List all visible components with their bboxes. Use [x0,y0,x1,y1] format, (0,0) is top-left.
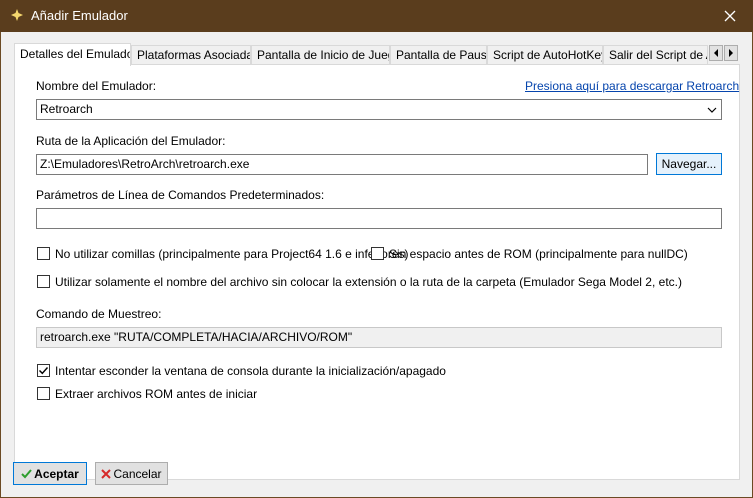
download-link[interactable]: Presiona aquí para descargar Retroarch [525,79,739,93]
no-quotes-checkbox[interactable] [37,247,50,260]
sample-command-label: Comando de Muestreo: [36,307,162,321]
filename-only-label: Utilizar solamente el nombre del archivo… [55,275,682,289]
emulator-name-value: Retroarch [40,102,93,116]
tab-plataformas-asociadas[interactable]: Plataformas Asociadas [131,45,251,65]
check-icon [21,469,32,479]
app-path-input[interactable]: Z:\Emuladores\RetroArch\retroarch.exe [36,154,648,175]
emulator-name-label: Nombre del Emulador: [36,79,157,93]
tab-detalles-emulador[interactable]: Detalles del Emulador [14,43,131,66]
close-icon [724,10,736,22]
tab-script-autohotkey[interactable]: Script de AutoHotKey [487,45,603,65]
extract-rom-checkbox[interactable] [37,387,50,400]
no-quotes-label: No utilizar comillas (principalmente par… [55,247,409,261]
app-path-label: Ruta de la Aplicación del Emulador: [36,134,226,148]
title-bar: Añadir Emulador [0,0,753,32]
arrow-right-icon [729,49,733,57]
extract-rom-label: Extraer archivos ROM antes de iniciar [55,387,258,401]
browse-button[interactable]: Navegar... [656,153,722,175]
checkmark-icon [39,367,49,375]
cmdline-input[interactable] [36,208,722,229]
sample-command-field: retroarch.exe "RUTA/COMPLETA/HACIA/ARCHI… [36,327,722,348]
cmdline-label: Parámetros de Línea de Comandos Predeter… [36,188,325,202]
chevron-down-icon [707,107,717,113]
tab-strip: Detalles del Emulador Plataformas Asocia… [14,43,740,66]
emulator-name-combo[interactable]: Retroarch [36,99,722,120]
window-title: Añadir Emulador [31,8,128,23]
tab-panel: Nombre del Emulador: Presiona aquí para … [14,64,740,480]
window-body: Detalles del Emulador Plataformas Asocia… [0,32,753,498]
accept-label: Aceptar [34,466,79,481]
filename-only-checkbox[interactable] [37,275,50,288]
cancel-label: Cancelar [113,466,162,481]
arrow-left-icon [714,49,718,57]
hide-console-label: Intentar esconder la ventana de consola … [55,364,446,378]
no-space-label: Sin espacio antes de ROM (principalmente… [389,247,688,261]
tab-pantalla-inicio[interactable]: Pantalla de Inicio de Juego [251,45,390,65]
hide-console-checkbox[interactable] [37,364,50,377]
tab-scroll-left-button[interactable] [709,45,723,61]
no-space-checkbox[interactable] [371,247,384,260]
tab-salir-script[interactable]: Salir del Script de AutoHotKey [603,45,708,65]
accept-button[interactable]: Aceptar [13,462,87,485]
cross-icon [101,468,112,479]
app-icon [11,9,23,21]
tab-pantalla-pausa[interactable]: Pantalla de Pausa [390,45,487,65]
close-button[interactable] [707,0,753,32]
tab-scroll-right-button[interactable] [724,45,738,61]
cancel-button[interactable]: Cancelar [95,462,168,485]
